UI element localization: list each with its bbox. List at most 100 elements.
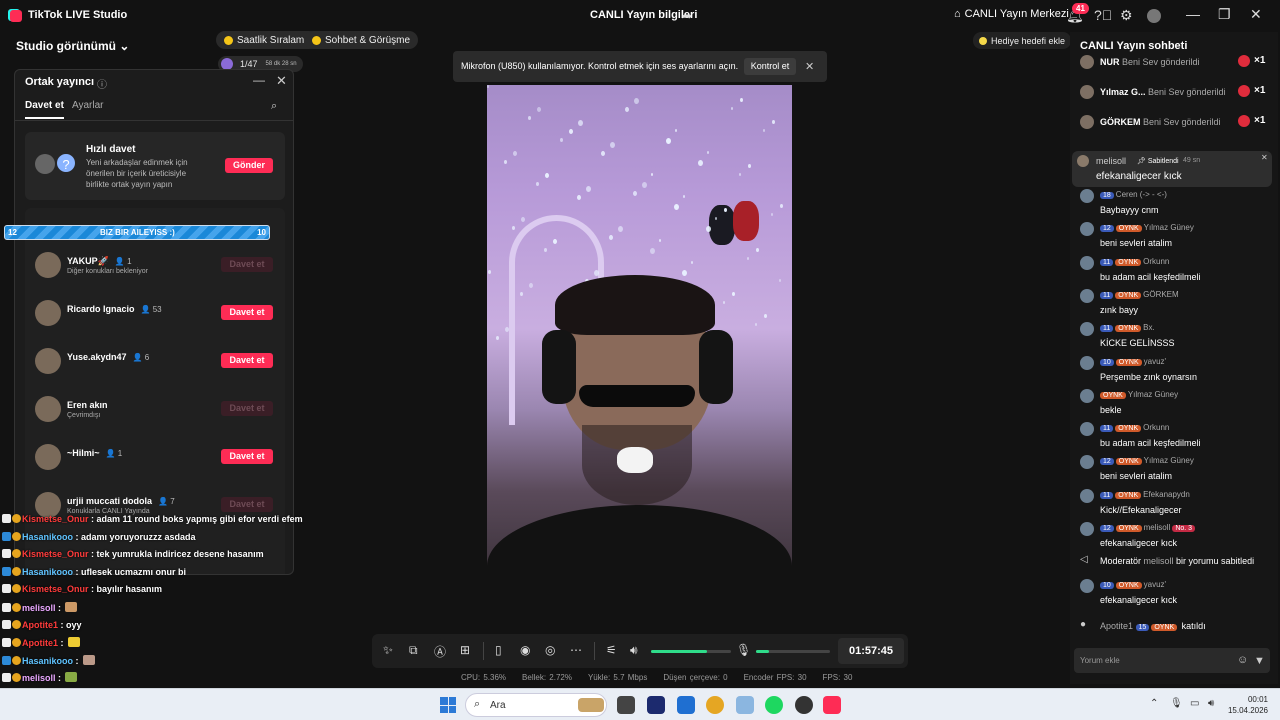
chat-text: Kick//Efekanaligecer — [1100, 504, 1182, 515]
phone-icon[interactable]: ▯ — [495, 643, 502, 657]
equalizer-icon[interactable]: ⚟ — [606, 643, 617, 657]
quick-invite-desc: Yeni arkadaşlar edinmek için önerilen bi… — [86, 158, 188, 189]
tiktok-studio-taskbar-icon[interactable] — [823, 696, 841, 714]
profile-avatar[interactable] — [1147, 9, 1161, 23]
level-badge: 11 — [1100, 491, 1114, 499]
chat-user: Orkunn — [1143, 423, 1170, 433]
clock-time: 00:01 — [1247, 695, 1268, 704]
tab-settings[interactable]: Ayarlar — [72, 100, 104, 111]
mic-level-slider[interactable] — [756, 650, 830, 653]
window-close-icon[interactable]: ✕ — [1250, 6, 1262, 23]
share-icon[interactable]: ➦ — [682, 9, 692, 23]
light-spot — [707, 151, 709, 154]
check-button[interactable]: Kontrol et — [744, 58, 796, 75]
settings-app-icon[interactable] — [736, 696, 754, 714]
chat-text: efekanaligecer kıck — [1100, 595, 1178, 605]
tab-invite[interactable]: Davet et — [25, 100, 64, 119]
chevron-down-icon: ⌄ — [119, 39, 130, 53]
record-icon[interactable]: ◉ — [520, 643, 530, 657]
taskbar-clock[interactable]: 00:01 15.04.2026 — [1226, 694, 1268, 716]
taskview-icon[interactable] — [617, 696, 635, 714]
overlay-chat-text: : adamı yoruyoruzzz asdada — [73, 531, 196, 542]
search-icon[interactable]: ⌕ — [271, 100, 277, 113]
chat-user: melisoll — [1143, 523, 1171, 532]
send-button[interactable]: Gönder — [225, 158, 273, 173]
invite-button[interactable]: Davet et — [221, 449, 273, 464]
chat-message: 10 OYNK yavuz' efekanaligecer kıck — [1080, 577, 1276, 609]
pinned-time: 49 sn — [1183, 157, 1201, 164]
light-spot — [715, 217, 717, 220]
cohost-name-text: Yuse.akydn47 — [67, 352, 127, 362]
taskbar-search[interactable]: ⌕ Ara — [465, 693, 607, 717]
live-center-button[interactable]: ⌂ CANLI Yayın Merkezi — [954, 8, 1069, 20]
light-spot — [505, 327, 509, 332]
toast-close-icon[interactable]: ✕ — [805, 60, 814, 73]
fan-badge: OYNK — [1115, 291, 1142, 299]
overlay-chat-line: Kismetse_Onur : adam 11 round boks yapmı… — [2, 514, 322, 530]
overlay-chat-user: Hasanikooo — [22, 566, 74, 577]
tray-network-icon[interactable]: ▭ — [1190, 698, 1199, 709]
light-spot — [780, 204, 783, 208]
person-hair — [555, 275, 715, 335]
stat-item: Yükle: 5.7 Mbps — [587, 673, 648, 682]
help-icon[interactable]: ?⃝ — [1094, 7, 1112, 23]
add-gift-goal-button[interactable]: Hediye hedefi ekle — [973, 32, 1072, 49]
chrome-icon[interactable] — [706, 696, 724, 714]
light-spot — [683, 195, 685, 198]
more-icon[interactable]: ⋯ — [570, 643, 582, 657]
app-icon[interactable] — [795, 696, 813, 714]
chat-icon — [312, 35, 321, 45]
stat-item: CPU: 5.36% — [461, 673, 507, 682]
microphone-icon[interactable]: 🎙︎ — [736, 643, 751, 657]
invite-button[interactable]: Davet et — [221, 305, 273, 320]
magic-wand-icon[interactable]: ✨︎ — [383, 643, 393, 658]
invite-button[interactable]: Davet et — [221, 353, 273, 368]
overlay-chat-line: Kismetse_Onur : tek yumrukla indiricez d… — [2, 549, 322, 565]
level-icon — [12, 673, 21, 683]
layout-icon[interactable]: ⧉ — [409, 643, 418, 658]
filter-icon[interactable]: ▼ — [1254, 655, 1265, 667]
emoji-icon[interactable]: ☺ — [1237, 654, 1248, 666]
overlay-chat-user: Apotite1 — [22, 619, 58, 630]
chat-message: 11 OYNK Bx. KİCKE GELİNSSS — [1080, 320, 1276, 352]
tray-chevron-icon[interactable]: ⌃ — [1150, 698, 1158, 709]
camera-icon[interactable]: ◎ — [545, 643, 555, 657]
overlay-chat-line: Apotite1 : — [2, 637, 322, 653]
minimize-icon[interactable]: — — [1186, 6, 1200, 22]
cohost-name-text: Eren akın — [67, 400, 108, 410]
tray-volume-icon[interactable]: 🔊︎ — [1208, 698, 1214, 709]
outlook-icon[interactable] — [677, 696, 695, 714]
light-spot — [748, 164, 751, 168]
unpin-close-icon[interactable]: ✕ — [1261, 153, 1268, 162]
add-source-icon[interactable]: ⊞ — [460, 643, 470, 657]
chat-call-pill[interactable]: Sohbet & Görüşme — [304, 31, 419, 49]
overlay-chat-line: Hasanikooo : — [2, 654, 322, 671]
hourly-ranking-pill[interactable]: Saatlik Sıralama — [216, 31, 318, 49]
cohost-name-text: Ricardo Ignacio — [67, 304, 135, 314]
live-timer: 01:57:45 — [838, 638, 904, 664]
ai-icon[interactable]: Ⓐ — [434, 643, 446, 660]
studio-view-dropdown[interactable]: Studio görünümü ⌄ — [16, 39, 129, 53]
tray-mic-icon[interactable]: 🎙︎ — [1170, 698, 1183, 709]
invite-button: Davet et — [221, 257, 273, 272]
speaker-icon[interactable]: 🔊︎ — [630, 643, 638, 658]
sunglasses — [579, 385, 695, 407]
light-spot — [569, 129, 573, 134]
comment-input[interactable] — [1080, 653, 1230, 668]
join-notice: ● Apotite1 15 OYNK katıldı — [1080, 619, 1276, 635]
spotify-icon[interactable] — [765, 696, 783, 714]
help-circle-icon[interactable]: ⓘ — [97, 76, 107, 91]
overlay-chat-user: Apotite1 — [22, 638, 58, 649]
gift-notification: NUR Beni Sev gönderildi ×1 — [1080, 54, 1276, 70]
minimize-panel-icon[interactable]: — — [253, 73, 265, 87]
gear-icon[interactable]: ⚙ — [1120, 7, 1133, 24]
close-icon[interactable]: ✕ — [276, 73, 287, 89]
windows-start-icon[interactable] — [440, 697, 456, 713]
maximize-icon[interactable]: ❐ — [1218, 6, 1231, 23]
photoshop-icon[interactable] — [647, 696, 665, 714]
light-spot — [521, 217, 525, 222]
level-icon — [12, 549, 21, 559]
chat-message: 11 OYNK Orkunn bu adam acil keşfedilmeli — [1080, 420, 1276, 452]
volume-slider[interactable] — [651, 650, 731, 653]
fan-badge: OYNK — [1115, 225, 1142, 233]
